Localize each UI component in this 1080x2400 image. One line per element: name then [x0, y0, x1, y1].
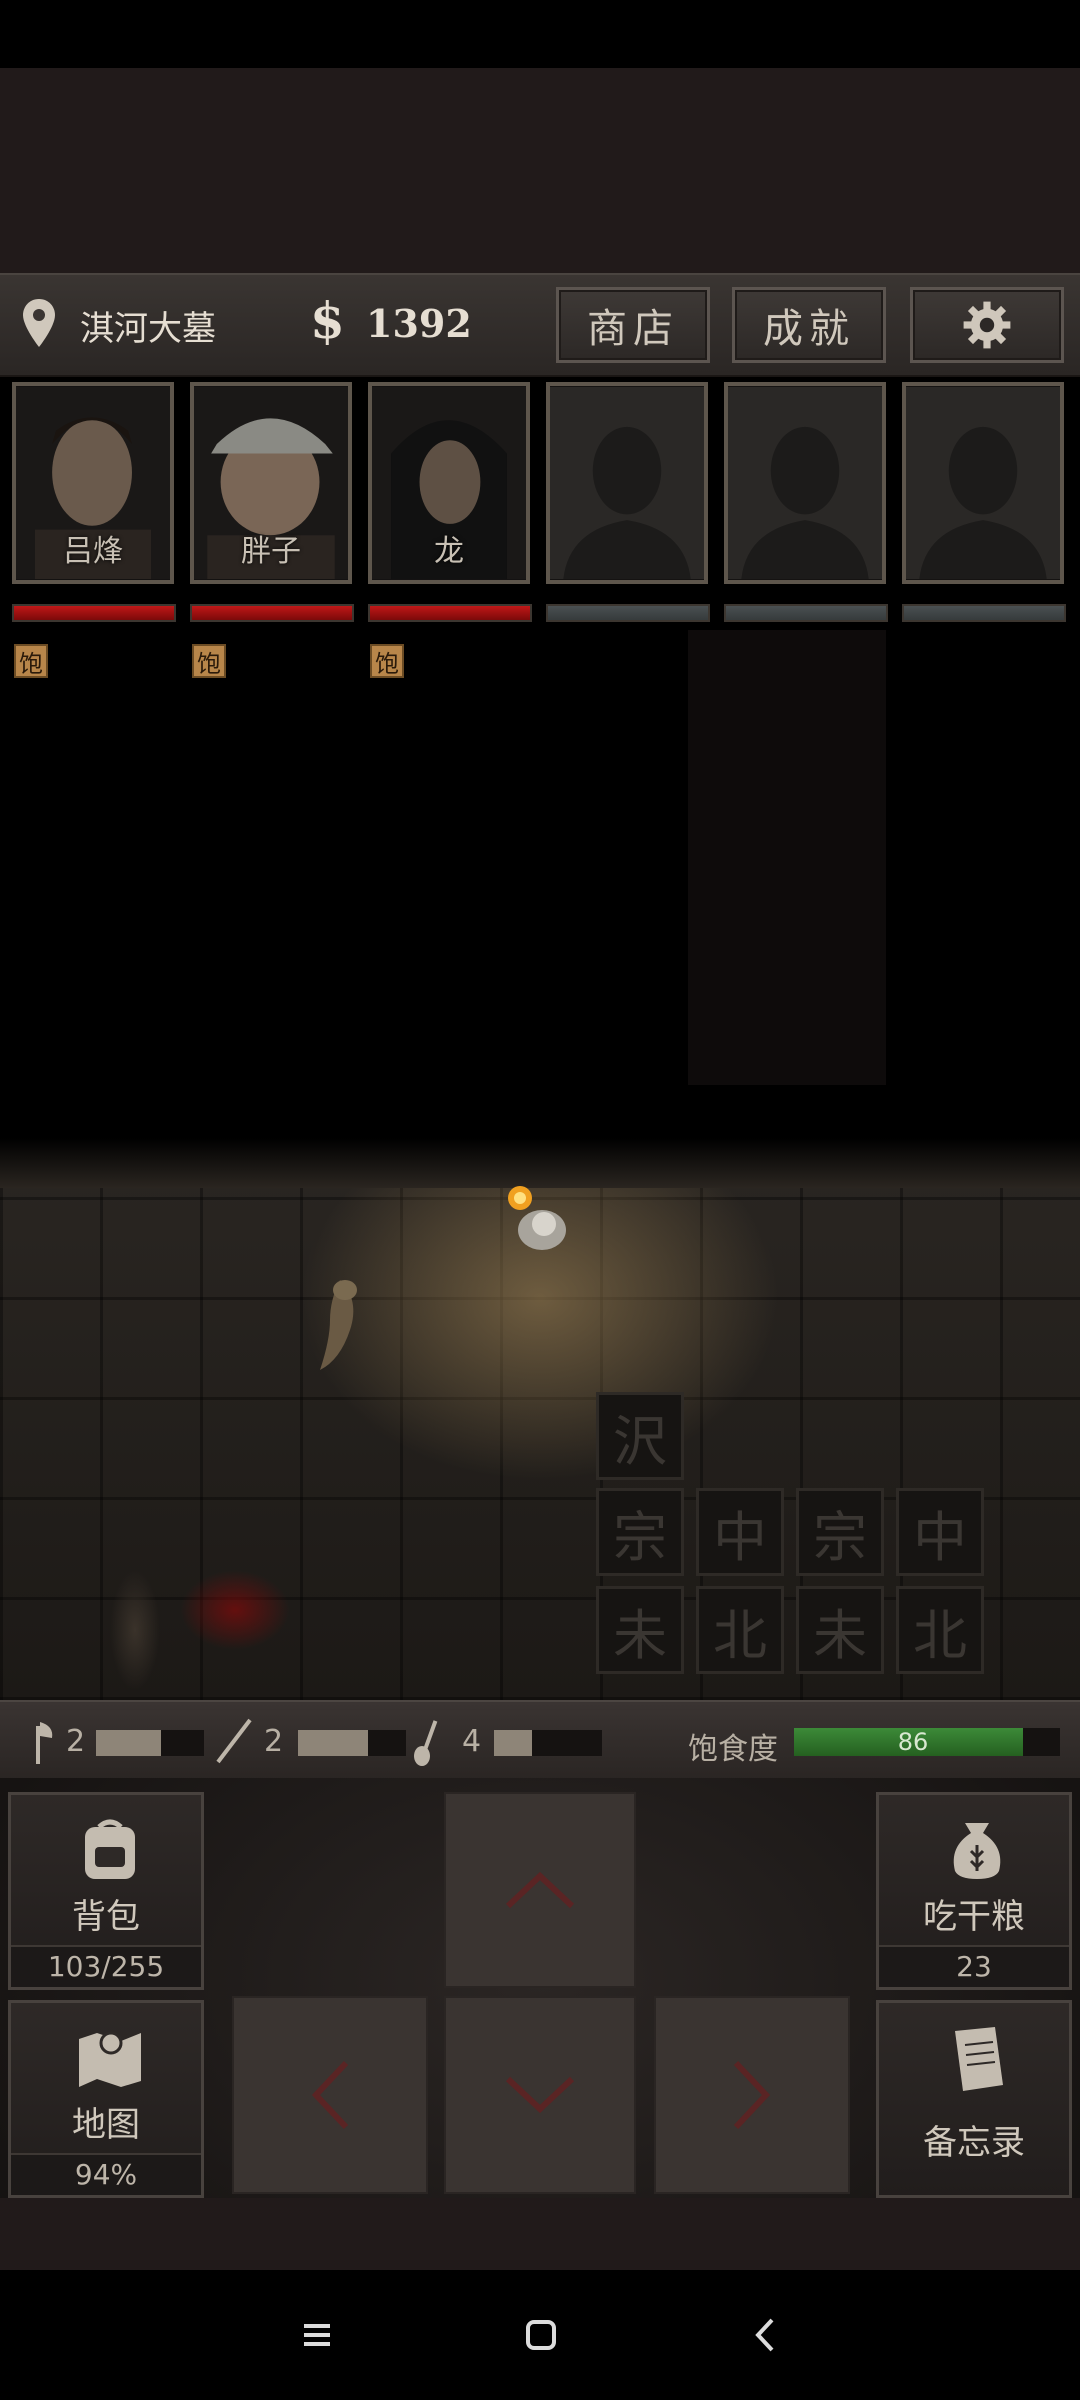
pickaxe-count: 2 [264, 1724, 284, 1759]
hp-bar [368, 604, 532, 622]
hp-bar-empty [724, 604, 888, 622]
eat-rations-button[interactable]: 吃干粮 23 [876, 1792, 1072, 1990]
status-badge: 饱 [14, 644, 48, 678]
party-member-name: 龙 [434, 534, 464, 569]
chevron-left-icon [311, 2060, 349, 2130]
party-member-portrait[interactable]: 胖子 [190, 382, 352, 584]
chevron-down-icon [505, 2076, 575, 2114]
tomb-glyph-tile[interactable]: 沢 [596, 1392, 684, 1480]
tomb-glyph-tile[interactable]: 未 [596, 1586, 684, 1674]
silhouette-icon [550, 386, 704, 580]
tomb-glyph-tile[interactable]: 北 [696, 1586, 784, 1674]
currency-icon: $ [310, 291, 345, 350]
hp-bar [190, 604, 354, 622]
move-up-button[interactable] [444, 1792, 636, 1988]
tomb-glyph-tile[interactable]: 未 [796, 1586, 884, 1674]
home-icon[interactable] [518, 2312, 564, 2358]
empty-party-slot[interactable] [546, 382, 708, 584]
pickaxe-icon [216, 1718, 252, 1764]
backpack-icon [85, 1819, 135, 1879]
dark-corridor [688, 630, 886, 1085]
tomb-glyph-tile[interactable]: 宗 [596, 1488, 684, 1576]
backpack-count: 103/255 [11, 1945, 201, 1987]
tool-status-bar: 2 2 4 饱食度 86 [0, 1700, 1080, 1782]
memo-button[interactable]: 备忘录 [876, 2000, 1072, 2198]
move-down-button[interactable] [444, 1996, 636, 2194]
shadow-figure [110, 1570, 160, 1690]
menu-icon[interactable] [294, 2312, 340, 2358]
tomb-glyph-tile[interactable]: 北 [896, 1586, 984, 1674]
party-member-portrait[interactable]: 龙 [368, 382, 530, 584]
rations-count: 23 [879, 1945, 1069, 1987]
shovel-icon [414, 1720, 438, 1766]
shovel-durability-bar [494, 1730, 602, 1756]
silhouette-icon [728, 386, 882, 580]
blood-stain [180, 1570, 290, 1650]
map-explored-percent: 94% [11, 2153, 201, 2195]
corpse-icon[interactable] [300, 1270, 390, 1390]
empty-party-slot[interactable] [902, 382, 1064, 584]
settings-button[interactable] [910, 287, 1064, 363]
empty-party-slot[interactable] [724, 382, 886, 584]
achievements-button[interactable]: 成就 [732, 287, 886, 363]
backpack-label: 背包 [72, 1897, 140, 1937]
party-member-name: 吕烽 [63, 534, 123, 569]
location-name: 淇河大墓 [80, 309, 216, 349]
status-badge: 饱 [370, 644, 404, 678]
status-bar [0, 0, 1080, 68]
back-icon[interactable] [744, 2312, 790, 2358]
bottom-spacer [0, 2198, 1080, 2270]
control-panel: 背包 103/255 地图 94% 吃干粮 23 备忘录 [0, 1778, 1080, 2198]
memo-label: 备忘录 [923, 2123, 1025, 2163]
hp-bar [12, 604, 176, 622]
shop-button[interactable]: 商店 [556, 287, 710, 363]
move-left-button[interactable] [232, 1996, 428, 2194]
grain-sack-icon [953, 1823, 1001, 1879]
axe-icon [36, 1722, 53, 1764]
status-badge: 饱 [192, 644, 226, 678]
party-member-portrait[interactable]: 吕烽 [12, 382, 174, 584]
satiety-label: 饱食度 [688, 1732, 778, 1767]
pickaxe-durability-bar [298, 1730, 406, 1756]
map-button[interactable]: 地图 94% [8, 2000, 204, 2198]
axe-count: 2 [66, 1724, 86, 1759]
tomb-glyph-tile[interactable]: 中 [896, 1488, 984, 1576]
player-character-icon[interactable] [500, 1184, 580, 1264]
chevron-right-icon [733, 2060, 771, 2130]
map-label: 地图 [72, 2105, 140, 2145]
move-right-button[interactable] [654, 1996, 850, 2194]
backpack-button[interactable]: 背包 103/255 [8, 1792, 204, 1990]
memo-book-icon [955, 2027, 1003, 2091]
hp-bar-empty [546, 604, 710, 622]
tomb-glyph-tile[interactable]: 宗 [796, 1488, 884, 1576]
eat-rations-label: 吃干粮 [923, 1897, 1025, 1937]
map-icon [79, 2031, 141, 2087]
hp-bar-empty [902, 604, 1066, 622]
axe-durability-bar [96, 1730, 204, 1756]
top-spacer [0, 68, 1080, 273]
gear-icon [963, 301, 1011, 349]
location-pin-icon [23, 299, 55, 347]
tomb-glyph-tile[interactable]: 中 [696, 1488, 784, 1576]
silhouette-icon [906, 386, 1060, 580]
party-member-name: 胖子 [241, 534, 301, 569]
money-amount: 1392 [366, 301, 472, 346]
satiety-value: 86 [897, 1728, 929, 1756]
header-bar: 淇河大墓 $ 1392 商店 成就 [0, 273, 1080, 377]
wall-edge [0, 1138, 1080, 1188]
chevron-up-icon [505, 1871, 575, 1909]
shovel-count: 4 [462, 1724, 482, 1759]
